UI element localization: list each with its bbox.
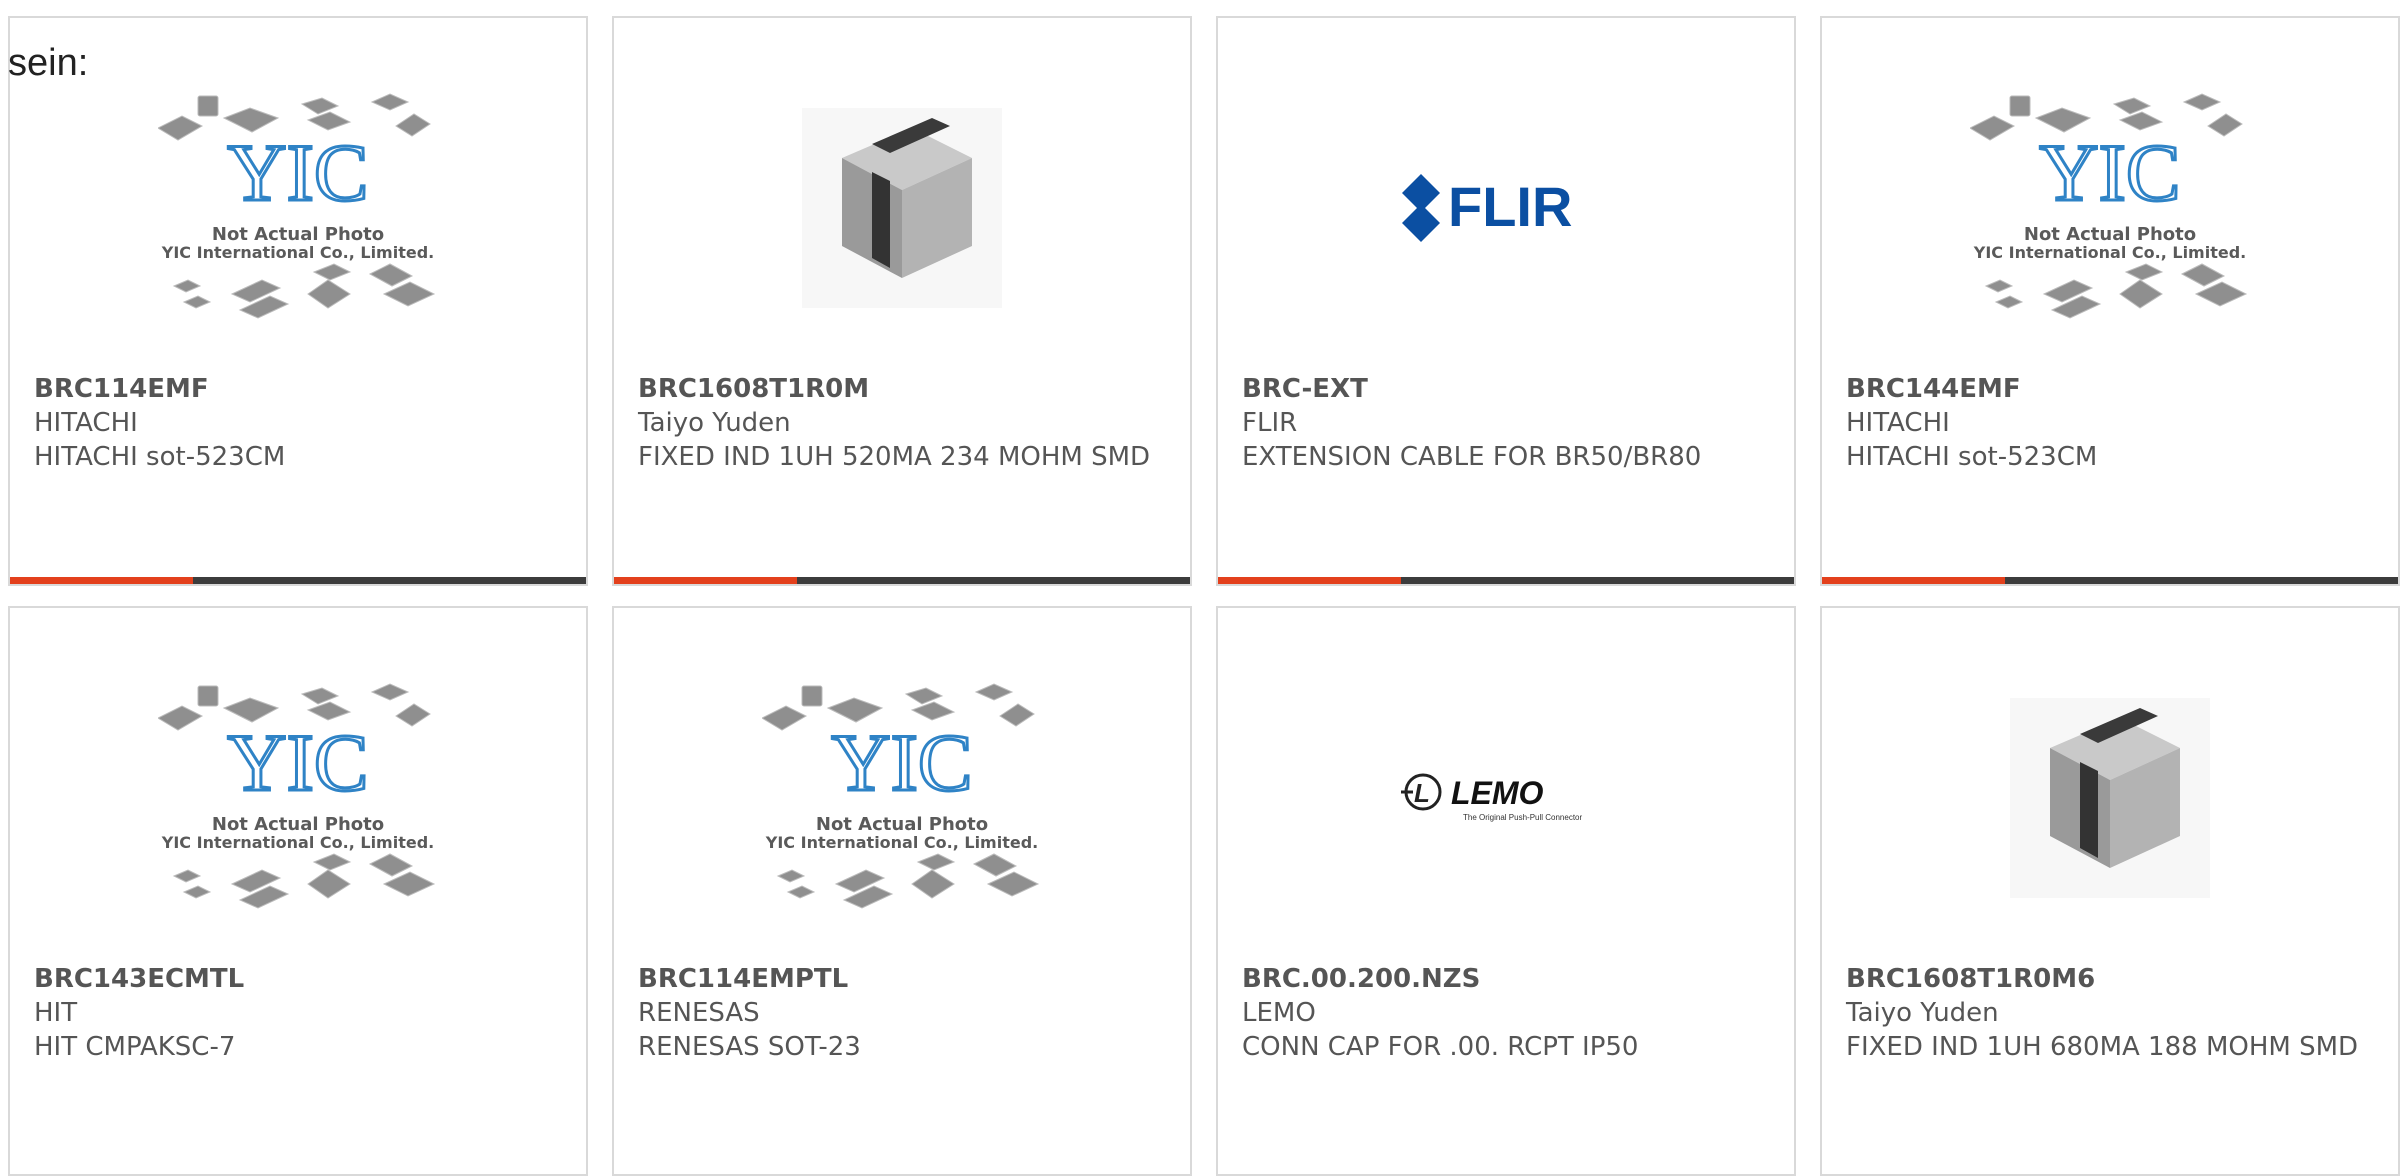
card-bottom-bar: [10, 577, 586, 584]
description: RENESAS SOT-23: [638, 1032, 861, 1062]
manufacturer: Taiyo Yuden: [1846, 998, 1999, 1028]
manufacturer: RENESAS: [638, 998, 760, 1028]
svg-text:Not Actual Photo: Not Actual Photo: [2024, 224, 2196, 245]
manufacturer: Taiyo Yuden: [638, 408, 791, 438]
lemo-logo-image[interactable]: L LEMO The Original Push-Pull Connector: [1218, 638, 1794, 958]
svg-text:L: L: [1414, 778, 1430, 808]
description: FIXED IND 1UH 520MA 234 MOHM SMD: [638, 442, 1151, 472]
card-bottom-bar: [1218, 577, 1794, 584]
part-number[interactable]: BRC.00.200.NZS: [1242, 962, 1774, 996]
svg-text:YIC International Co., Limited: YIC International Co., Limited.: [1973, 243, 2246, 262]
description: HITACHI sot-523CM: [34, 442, 286, 472]
svg-text:YIC International Co., Limited: YIC International Co., Limited.: [161, 243, 434, 262]
product-image-placeholder[interactable]: YIC Not Actual Photo YIC International C…: [10, 638, 586, 958]
card-bottom-bar: [614, 577, 1190, 584]
product-info: BRC114EMF HITACHI HITACHI sot-523CM: [34, 372, 566, 474]
flir-logo-image[interactable]: FLIR: [1218, 48, 1794, 368]
product-image-placeholder[interactable]: YIC Not Actual Photo YIC International C…: [10, 48, 586, 368]
yic-logo-text: YIC: [227, 717, 368, 808]
product-card[interactable]: YIC Not Actual Photo YIC International C…: [1820, 16, 2400, 586]
svg-text:YIC International Co., Limited: YIC International Co., Limited.: [161, 833, 434, 852]
product-info: BRC144EMF HITACHI HITACHI sot-523CM: [1846, 372, 2378, 474]
lead-text: sein:: [8, 42, 89, 84]
svg-text:Not Actual Photo: Not Actual Photo: [212, 224, 384, 245]
product-image-placeholder[interactable]: YIC Not Actual Photo YIC International C…: [1822, 48, 2398, 368]
product-image-inductor[interactable]: [614, 48, 1190, 368]
part-number[interactable]: BRC114EMF: [34, 372, 566, 406]
yic-logo-text: YIC: [2039, 127, 2180, 218]
product-info: BRC-EXT FLIR EXTENSION CABLE FOR BR50/BR…: [1242, 372, 1774, 474]
part-number[interactable]: BRC144EMF: [1846, 372, 2378, 406]
description: FIXED IND 1UH 680MA 188 MOHM SMD: [1846, 1032, 2359, 1062]
svg-text:Not Actual Photo: Not Actual Photo: [212, 814, 384, 835]
product-card[interactable]: YIC Not Actual Photo YIC International C…: [8, 606, 588, 1176]
manufacturer: HITACHI: [34, 408, 138, 438]
product-info: BRC114EMPTL RENESAS RENESAS SOT-23: [638, 962, 1170, 1064]
product-card[interactable]: L LEMO The Original Push-Pull Connector …: [1216, 606, 1796, 1176]
part-number[interactable]: BRC1608T1R0M: [638, 372, 1170, 406]
product-card[interactable]: YIC Not Actual Photo YIC International C…: [612, 606, 1192, 1176]
product-info: BRC.00.200.NZS LEMO CONN CAP FOR .00. RC…: [1242, 962, 1774, 1064]
description: HIT CMPAKSC-7: [34, 1032, 236, 1062]
part-number[interactable]: BRC1608T1R0M6: [1846, 962, 2378, 996]
product-info: BRC1608T1R0M Taiyo Yuden FIXED IND 1UH 5…: [638, 372, 1170, 474]
product-card[interactable]: YIC Not Actual Photo YIC International C…: [8, 16, 588, 586]
product-grid: YIC Not Actual Photo YIC International C…: [0, 0, 2400, 1176]
product-card[interactable]: BRC1608T1R0M Taiyo Yuden FIXED IND 1UH 5…: [612, 16, 1192, 586]
product-info: BRC1608T1R0M6 Taiyo Yuden FIXED IND 1UH …: [1846, 962, 2378, 1064]
product-image-inductor[interactable]: [1822, 638, 2398, 958]
yic-logo-text: YIC: [831, 717, 972, 808]
description: CONN CAP FOR .00. RCPT IP50: [1242, 1032, 1639, 1062]
manufacturer: HIT: [34, 998, 78, 1028]
product-info: BRC143ECMTL HIT HIT CMPAKSC-7: [34, 962, 566, 1064]
lemo-logo-text: LEMO: [1451, 775, 1544, 811]
part-number[interactable]: BRC143ECMTL: [34, 962, 566, 996]
yic-logo-text: YIC: [227, 127, 368, 218]
lemo-tagline: The Original Push-Pull Connector: [1463, 813, 1583, 822]
manufacturer: LEMO: [1242, 998, 1316, 1028]
svg-text:YIC International Co., Limited: YIC International Co., Limited.: [765, 833, 1038, 852]
flir-logo-text: FLIR: [1448, 175, 1572, 238]
product-card[interactable]: FLIR BRC-EXT FLIR EXTENSION CABLE FOR BR…: [1216, 16, 1796, 586]
part-number[interactable]: BRC-EXT: [1242, 372, 1774, 406]
description: HITACHI sot-523CM: [1846, 442, 2098, 472]
part-number[interactable]: BRC114EMPTL: [638, 962, 1170, 996]
card-bottom-bar: [1822, 577, 2398, 584]
manufacturer: FLIR: [1242, 408, 1298, 438]
product-card[interactable]: BRC1608T1R0M6 Taiyo Yuden FIXED IND 1UH …: [1820, 606, 2400, 1176]
description: EXTENSION CABLE FOR BR50/BR80: [1242, 442, 1702, 472]
manufacturer: HITACHI: [1846, 408, 1950, 438]
product-image-placeholder[interactable]: YIC Not Actual Photo YIC International C…: [614, 638, 1190, 958]
svg-text:Not Actual Photo: Not Actual Photo: [816, 814, 988, 835]
